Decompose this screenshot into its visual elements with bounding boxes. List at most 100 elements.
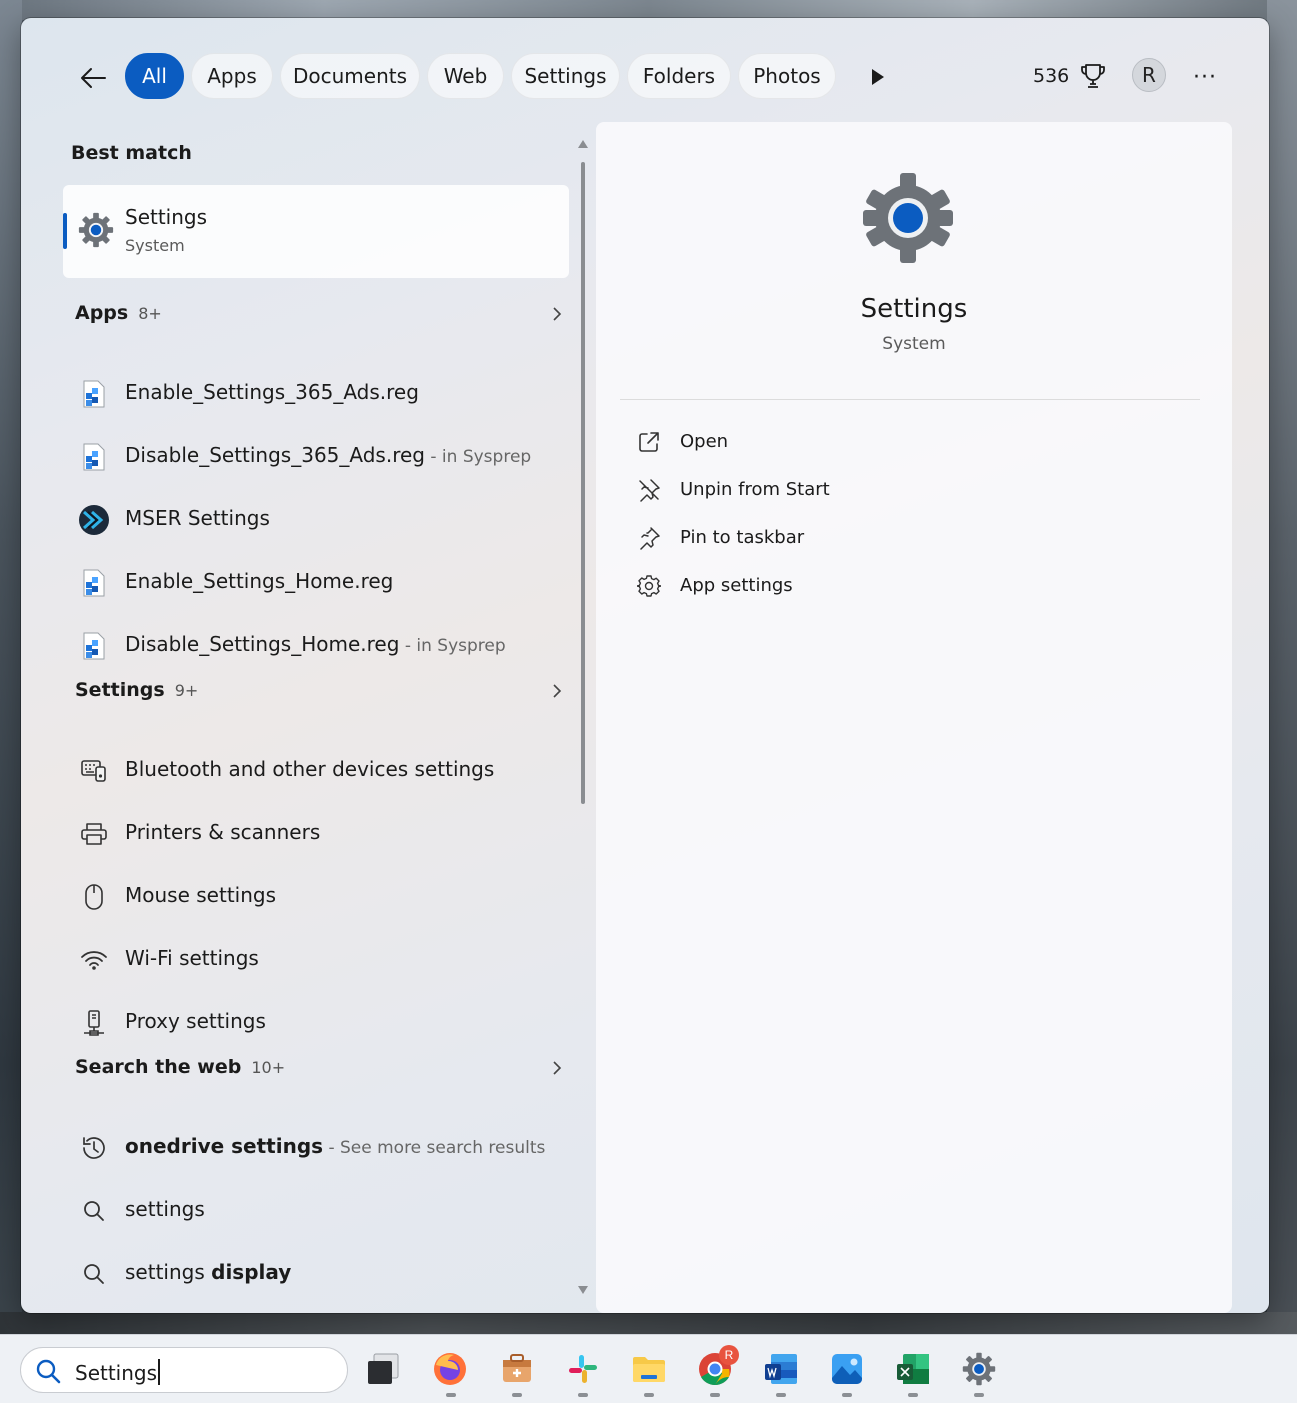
chevron-right-icon (545, 679, 569, 703)
result-label: Enable_Settings_Home.reg (125, 569, 394, 593)
result-label: Disable_Settings_365_Ads.reg - in Syspre… (125, 443, 532, 467)
details-divider (620, 399, 1200, 400)
apps-section-title: Apps (75, 302, 129, 324)
taskbar-app-word[interactable] (761, 1349, 801, 1389)
web-result-onedrive-settings[interactable]: onedrive settings - See more search resu… (63, 1119, 569, 1175)
search-icon (77, 1257, 111, 1291)
web-result-settings-display[interactable]: settings display (63, 1245, 569, 1301)
setting-result-proxy[interactable]: Proxy settings (63, 994, 569, 1050)
settings-gear-icon (962, 1352, 996, 1386)
history-icon (77, 1131, 111, 1165)
action-unpin-from-start[interactable]: Unpin from Start (636, 473, 936, 509)
registry-file-icon (77, 440, 111, 474)
web-result-settings[interactable]: settings (63, 1182, 569, 1238)
taskbar-app-file-explorer[interactable] (629, 1349, 669, 1389)
rewards-points[interactable]: 536 (1033, 65, 1069, 87)
back-button[interactable] (73, 58, 113, 98)
web-section-title: Search the web (75, 1056, 242, 1078)
taskbar-search-box[interactable]: Settings (20, 1347, 348, 1393)
filter-chip-documents[interactable]: Documents (280, 53, 420, 99)
toolbox-icon (503, 1354, 531, 1382)
chevron-right-icon (545, 1056, 569, 1080)
slack-icon (569, 1355, 597, 1383)
taskbar-app-firefox[interactable] (430, 1349, 470, 1389)
search-panel: All Apps Documents Web Settings Folders … (21, 18, 1269, 1313)
taskbar-app-excel[interactable] (893, 1349, 933, 1389)
results-scrollbar[interactable] (577, 138, 589, 1313)
taskbar: Settings R (0, 1334, 1297, 1403)
app-result-mser-settings[interactable]: MSER Settings (63, 491, 569, 547)
taskbar-app-toolbox[interactable] (497, 1349, 537, 1389)
text-caret (158, 1359, 161, 1385)
chrome-profile-badge: R (719, 1345, 739, 1365)
app-result-enable-settings-365-ads[interactable]: Enable_Settings_365_Ads.reg (63, 365, 569, 421)
running-indicator (908, 1393, 918, 1397)
filter-chip-settings[interactable]: Settings (511, 53, 620, 99)
filter-chip-all[interactable]: All (125, 53, 184, 99)
action-app-settings[interactable]: App settings (636, 569, 936, 605)
pin-icon (636, 525, 662, 551)
play-icon (872, 69, 884, 85)
result-label: Mouse settings (125, 883, 277, 907)
firefox-icon (434, 1353, 466, 1385)
settings-section-header[interactable]: Settings 9+ (75, 679, 569, 709)
settings-section-count: 9+ (174, 681, 199, 700)
setting-result-wifi[interactable]: Wi-Fi settings (63, 931, 569, 987)
best-match-subtitle: System (125, 236, 185, 255)
search-input[interactable]: Settings (75, 1359, 161, 1385)
running-indicator (776, 1393, 786, 1397)
taskbar-app-settings[interactable] (959, 1349, 999, 1389)
app-result-disable-settings-home[interactable]: Disable_Settings_Home.reg - in Sysprep (63, 617, 569, 673)
best-match-card[interactable]: Settings System (63, 185, 569, 278)
result-label: settings (125, 1197, 205, 1221)
search-icon (77, 1194, 111, 1228)
filter-chip-web[interactable]: Web (427, 53, 504, 99)
mser-app-icon (77, 503, 111, 537)
details-app-subtitle: System (882, 334, 946, 354)
printer-icon (77, 817, 111, 851)
search-icon (36, 1359, 61, 1384)
taskbar-app-chrome[interactable]: R (695, 1345, 739, 1389)
arrow-left-icon (81, 68, 106, 88)
devices-icon (77, 754, 111, 788)
desktop-wallpaper-bottom (0, 1312, 1297, 1334)
settings-gear-icon (863, 173, 953, 263)
running-indicator (974, 1393, 984, 1397)
taskbar-app-slack[interactable] (563, 1349, 603, 1389)
setting-result-bluetooth[interactable]: Bluetooth and other devices settings (63, 742, 569, 798)
task-view-icon (368, 1353, 399, 1384)
proxy-icon (77, 1006, 111, 1040)
apps-section-header[interactable]: Apps 8+ (75, 302, 569, 332)
setting-result-mouse[interactable]: Mouse settings (63, 868, 569, 924)
running-indicator (446, 1393, 456, 1397)
avatar[interactable]: R (1132, 58, 1166, 92)
web-result-cut-off[interactable]: settings (63, 1308, 569, 1313)
action-open[interactable]: Open (636, 425, 936, 461)
scroll-up-arrow-icon[interactable] (577, 138, 589, 150)
task-view-button[interactable] (362, 1349, 402, 1389)
taskbar-app-photos[interactable] (827, 1349, 867, 1389)
setting-result-printers[interactable]: Printers & scanners (63, 805, 569, 861)
app-result-enable-settings-home[interactable]: Enable_Settings_Home.reg (63, 554, 569, 610)
filter-chip-photos[interactable]: Photos (738, 53, 836, 99)
open-external-icon (636, 429, 662, 455)
filter-chip-folders[interactable]: Folders (627, 53, 731, 99)
desktop-wallpaper-right (1267, 0, 1297, 1330)
action-pin-to-taskbar[interactable]: Pin to taskbar (636, 521, 936, 557)
result-label: Proxy settings (125, 1009, 266, 1033)
more-options-icon: ··· (1193, 64, 1217, 90)
trophy-icon[interactable] (1079, 62, 1107, 90)
web-section-header[interactable]: Search the web 10+ (75, 1056, 569, 1086)
scroll-down-arrow-icon[interactable] (577, 1284, 589, 1296)
more-filters-button[interactable] (863, 62, 893, 92)
filter-chip-apps[interactable]: Apps (191, 53, 273, 99)
chevron-right-icon (545, 302, 569, 326)
mouse-icon (77, 880, 111, 914)
app-result-disable-settings-365-ads[interactable]: Disable_Settings_365_Ads.reg - in Syspre… (63, 428, 569, 484)
filter-bar: All Apps Documents Web Settings Folders … (21, 52, 1269, 102)
photos-icon (832, 1354, 862, 1384)
running-indicator (512, 1393, 522, 1397)
best-match-heading: Best match (71, 142, 192, 164)
more-options-button[interactable]: ··· (1187, 62, 1223, 92)
scroll-thumb[interactable] (581, 162, 585, 804)
